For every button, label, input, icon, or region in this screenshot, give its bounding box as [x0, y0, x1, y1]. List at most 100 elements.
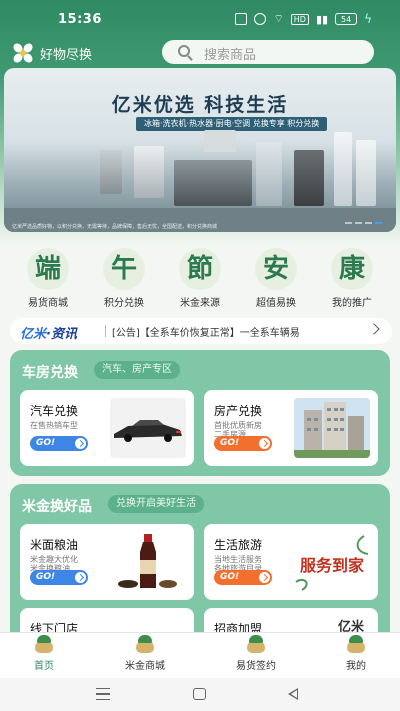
go-button[interactable]: GO!	[30, 570, 88, 585]
card-title: 房产兑换	[214, 404, 263, 418]
wifi-icon: ⌔	[273, 12, 284, 25]
appliance-image	[204, 130, 236, 152]
go-label: GO!	[220, 572, 240, 582]
app-title: 好物尽换	[40, 48, 93, 63]
tab-label: 易货签约	[236, 661, 276, 672]
category-glyph: 康	[331, 248, 373, 290]
search-placeholder: 搜索商品	[204, 48, 257, 63]
home-icon[interactable]	[193, 688, 206, 700]
status-bar: 15:36 ⌔ HD ▮▮ 54 ϟ	[0, 0, 400, 38]
service-stamp-text: 服务到家	[300, 556, 365, 575]
network-label: HD	[290, 13, 309, 25]
appliance-image	[134, 146, 164, 198]
pagination-dot-active	[375, 222, 382, 224]
category-points[interactable]: 午 积分兑换	[90, 248, 158, 309]
bottom-tab-bar: 首页 米金商城 易货签约 我的	[0, 632, 400, 678]
category-label: 超值易换	[256, 298, 296, 309]
tab-label: 首页	[34, 661, 54, 672]
pagination-dot	[345, 222, 352, 224]
arrow-right-icon	[75, 438, 86, 449]
category-glyph: 節	[179, 248, 221, 290]
banner-pagination	[345, 222, 382, 224]
category-source[interactable]: 節 米金来源	[166, 248, 234, 309]
banner-subline: 冰箱·洗衣机·热水器·厨电·空调 兑换专享 积分兑换	[136, 117, 328, 131]
system-nav-bar	[0, 678, 400, 711]
section-subtitle: 兑换开启美好生活	[108, 495, 204, 513]
appliance-image	[174, 160, 252, 206]
news-divider	[105, 325, 106, 337]
alarm-icon	[254, 13, 267, 25]
section-car-house: 车房兑换 汽车、房产专区 汽车兑换 在售热销车型 GO! 房产兑换 首批优质新房…	[10, 350, 390, 476]
card-title: 生活旅游	[214, 538, 263, 552]
section-mijin-goods: 米金换好品 兑换开启美好生活 米面粮油 米金趣大优化 米金换粮油 GO! 生活旅…	[10, 484, 390, 654]
go-button[interactable]: GO!	[214, 436, 272, 451]
category-glyph: 端	[27, 248, 69, 290]
banner-headline: 亿米优选 科技生活	[111, 94, 289, 116]
news-brand-name: 亿米	[20, 327, 47, 342]
card-grain-oil[interactable]: 米面粮油 米金趣大优化 米金换粮油 GO!	[20, 524, 194, 600]
card-house-exchange[interactable]: 房产兑换 首批优质新房 二手房源 GO!	[204, 390, 378, 466]
zongzi-icon	[33, 635, 55, 655]
news-ticker[interactable]: 亿米·资讯 [公告]【全系车价恢复正常】一全系车辆易	[10, 318, 392, 344]
nfc-icon	[235, 13, 248, 25]
signal-icon: ▮▮	[315, 12, 329, 26]
section-title: 米金换好品	[22, 499, 92, 515]
zongzi-icon	[134, 635, 156, 655]
category-promotion[interactable]: 康 我的推广	[318, 248, 386, 309]
search-icon	[178, 45, 190, 57]
section-title: 车房兑换	[22, 365, 78, 381]
appliance-image	[334, 132, 352, 206]
appliance-image	[294, 150, 324, 206]
section-subtitle: 汽车、房产专区	[94, 361, 180, 379]
promo-banner[interactable]: 亿米优选 科技生活 冰箱·洗衣机·热水器·厨电·空调 兑换专享 积分兑换 亿米严…	[4, 68, 396, 232]
chevron-right-icon[interactable]	[368, 323, 380, 335]
sauce-bottle-image	[110, 532, 186, 592]
pagination-dot	[365, 222, 372, 224]
status-icons: ⌔ HD ▮▮ 54 ϟ	[235, 12, 372, 26]
status-time: 15:36	[58, 12, 102, 27]
tab-label: 米金商城	[125, 661, 165, 672]
tab-barter-sign[interactable]: 易货签约	[206, 635, 306, 672]
card-car-exchange[interactable]: 汽车兑换 在售热销车型 GO!	[20, 390, 194, 466]
car-image	[110, 398, 186, 458]
category-label: 米金来源	[180, 298, 220, 309]
tab-home[interactable]: 首页	[0, 635, 94, 672]
appliance-image	[256, 142, 282, 206]
charging-icon: ϟ	[364, 12, 372, 26]
app-header: 好物尽换 搜索商品	[0, 38, 400, 66]
category-row: 端 易货商城 午 积分兑换 節 米金来源 安 超值易换 康 我的推广	[0, 248, 400, 310]
go-button[interactable]: GO!	[214, 570, 272, 585]
go-label: GO!	[36, 572, 56, 582]
menu-icon[interactable]	[96, 688, 110, 700]
card-title: 汽车兑换	[30, 404, 79, 418]
category-mall[interactable]: 端 易货商城	[14, 248, 82, 309]
tab-mijin-mall[interactable]: 米金商城	[95, 635, 195, 672]
appliance-image	[100, 150, 122, 194]
category-glyph: 午	[103, 248, 145, 290]
arrow-right-icon	[259, 438, 270, 449]
news-brand-suffix: ·资讯	[46, 327, 77, 342]
card-title: 米面粮油	[30, 538, 79, 552]
category-label: 我的推广	[332, 298, 372, 309]
arrow-right-icon	[259, 572, 270, 583]
category-value-swap[interactable]: 安 超值易换	[242, 248, 310, 309]
category-label: 积分兑换	[104, 298, 144, 309]
news-brand: 亿米·资讯	[20, 323, 77, 342]
back-icon[interactable]	[288, 688, 298, 700]
category-label: 易货商城	[28, 298, 68, 309]
card-desc: 在售热销车型	[30, 421, 78, 430]
service-stamp-image: 服务到家	[294, 532, 370, 592]
go-button[interactable]: GO!	[30, 436, 88, 451]
zongzi-icon	[245, 635, 267, 655]
card-life-travel[interactable]: 生活旅游 当地生活服务 各地旅游目录 GO! 服务到家	[204, 524, 378, 600]
tab-label: 我的	[346, 661, 366, 672]
appliance-image	[356, 140, 376, 206]
banner-fine-print: 亿米严选品质好物，以积分兑换，无需等待，品牌保障，售后无忧，全国配送，积分兑换商…	[12, 224, 218, 230]
app-logo-icon	[13, 43, 33, 63]
news-text: [公告]【全系车价恢复正常】一全系车辆易	[112, 328, 300, 339]
arrow-right-icon	[75, 572, 86, 583]
building-image	[294, 398, 370, 458]
tab-mine[interactable]: 我的	[306, 635, 400, 672]
search-bar[interactable]: 搜索商品	[162, 40, 374, 64]
category-glyph: 安	[255, 248, 297, 290]
